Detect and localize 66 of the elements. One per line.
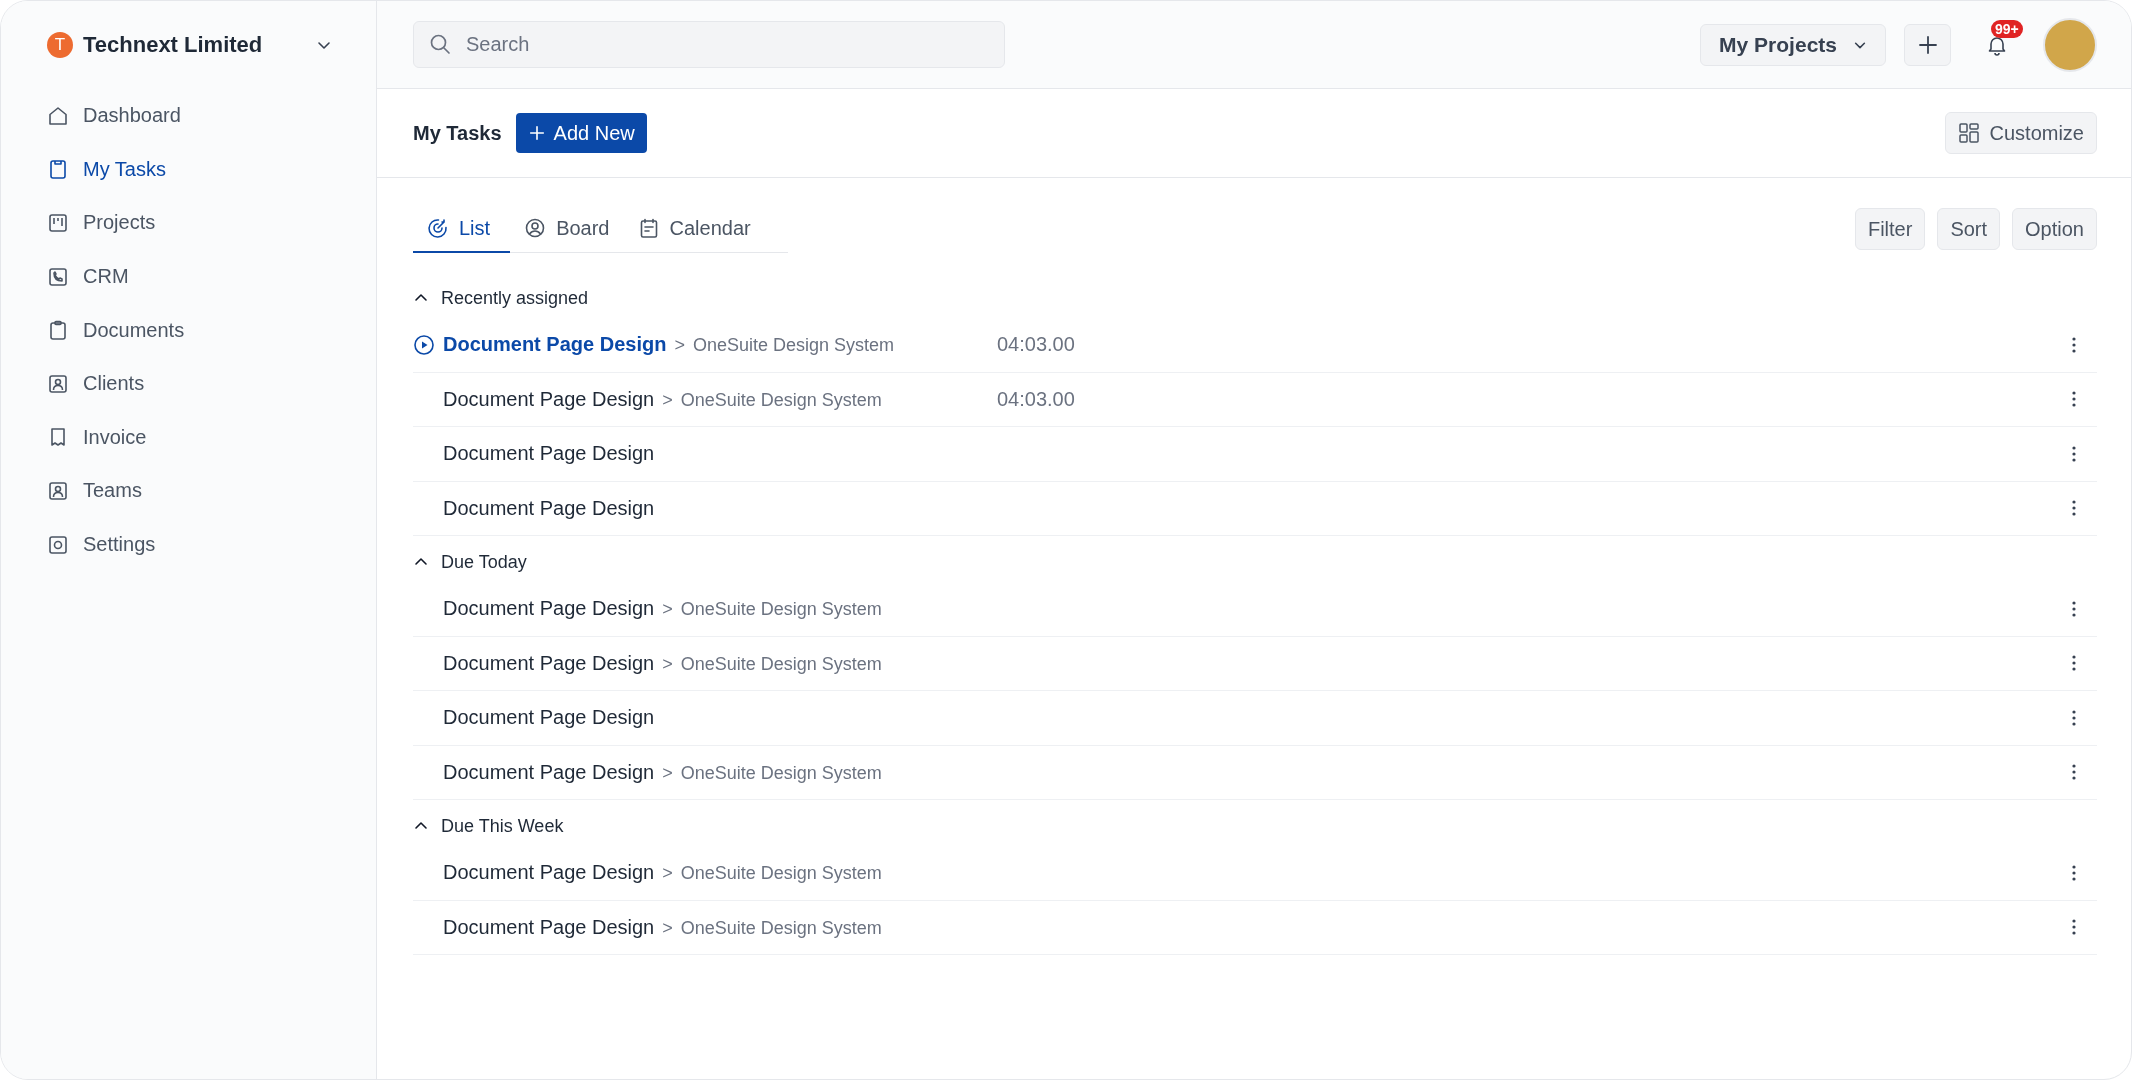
sidebar-item[interactable]: Settings bbox=[47, 517, 376, 572]
task-title[interactable]: Document Page Design bbox=[443, 496, 655, 520]
sidebar-item[interactable]: Teams bbox=[47, 464, 376, 518]
breadcrumb-separator: > bbox=[662, 917, 673, 939]
user-circle-icon bbox=[524, 217, 547, 240]
play-icon[interactable] bbox=[413, 333, 435, 356]
breadcrumb-separator: > bbox=[662, 599, 673, 621]
customize-button[interactable]: Customize bbox=[1944, 112, 2097, 154]
plus-icon bbox=[527, 124, 546, 142]
task-title[interactable]: Document Page Design bbox=[443, 651, 655, 675]
breadcrumb-separator: > bbox=[662, 762, 673, 784]
sidebar-item[interactable]: Dashboard bbox=[47, 89, 376, 143]
org-name[interactable]: Technext Limited bbox=[83, 32, 306, 58]
project-name: OneSuite Design System bbox=[680, 599, 882, 621]
add-new-button[interactable]: Add New bbox=[515, 113, 647, 153]
breadcrumb-separator: > bbox=[662, 653, 673, 675]
project-name: OneSuite Design System bbox=[680, 863, 882, 885]
project-dropdown[interactable]: My Projects bbox=[1700, 23, 1886, 66]
breadcrumb-separator: > bbox=[662, 389, 673, 411]
notification-badge: 99+ bbox=[1991, 19, 2023, 38]
project-name: OneSuite Design System bbox=[680, 917, 882, 939]
person-icon bbox=[47, 479, 69, 502]
time-tracked: 04:03.00 bbox=[997, 333, 1075, 356]
project-name: OneSuite Design System bbox=[692, 335, 894, 357]
breadcrumb-separator: > bbox=[674, 335, 685, 357]
breadcrumb-separator: > bbox=[662, 863, 673, 885]
clipboard-icon bbox=[47, 319, 69, 342]
gear-icon bbox=[47, 533, 69, 556]
page-title: My Tasks bbox=[413, 121, 502, 145]
view-tab[interactable]: List bbox=[413, 205, 511, 254]
sidebar-item[interactable]: CRM bbox=[47, 249, 376, 304]
search-field[interactable]: Search bbox=[413, 21, 1005, 68]
view-tab[interactable]: Board bbox=[510, 205, 624, 254]
task-title[interactable]: Document Page Design bbox=[443, 861, 655, 885]
view-tab[interactable]: Calendar bbox=[623, 205, 765, 254]
sidebar-item[interactable]: Documents bbox=[47, 303, 376, 357]
sidebar-item[interactable]: Clients bbox=[47, 356, 376, 411]
project-name: OneSuite Design System bbox=[680, 762, 882, 784]
sidebar-item[interactable]: Invoice bbox=[47, 410, 376, 465]
target-icon bbox=[427, 217, 449, 240]
sidebar-item[interactable]: My Tasks bbox=[47, 142, 376, 197]
task-title[interactable]: Document Page Design bbox=[443, 915, 655, 939]
sidebar-item[interactable]: Projects bbox=[47, 196, 376, 250]
section-title[interactable]: Due Today bbox=[441, 551, 527, 573]
person-icon bbox=[47, 372, 69, 395]
task-title[interactable]: Document Page Design bbox=[443, 597, 655, 621]
add-button[interactable] bbox=[1904, 23, 1951, 66]
grid-icon bbox=[1957, 122, 1980, 144]
task-title[interactable]: Document Page Design bbox=[443, 442, 655, 466]
project-name: OneSuite Design System bbox=[680, 389, 882, 411]
task-title[interactable]: Document Page Design bbox=[443, 387, 655, 411]
phone-icon bbox=[47, 265, 69, 288]
toolbar-button[interactable]: Option bbox=[2012, 208, 2097, 250]
project-name: OneSuite Design System bbox=[680, 653, 882, 675]
toolbar-button[interactable]: Sort bbox=[1937, 208, 2001, 250]
projects-icon bbox=[47, 212, 69, 234]
task-title[interactable]: Document Page Design bbox=[443, 760, 655, 784]
time-tracked: 04:03.00 bbox=[997, 387, 1075, 410]
home-icon bbox=[47, 104, 69, 127]
section-title[interactable]: Recently assigned bbox=[441, 287, 589, 309]
section-title[interactable]: Due This Week bbox=[441, 815, 564, 837]
toolbar-button[interactable]: Filter bbox=[1854, 208, 1926, 250]
org-avatar: T bbox=[47, 32, 73, 58]
tasks-icon bbox=[47, 158, 69, 181]
task-title[interactable]: Document Page Design bbox=[443, 706, 655, 730]
task-title[interactable]: Document Page Design bbox=[443, 333, 667, 357]
